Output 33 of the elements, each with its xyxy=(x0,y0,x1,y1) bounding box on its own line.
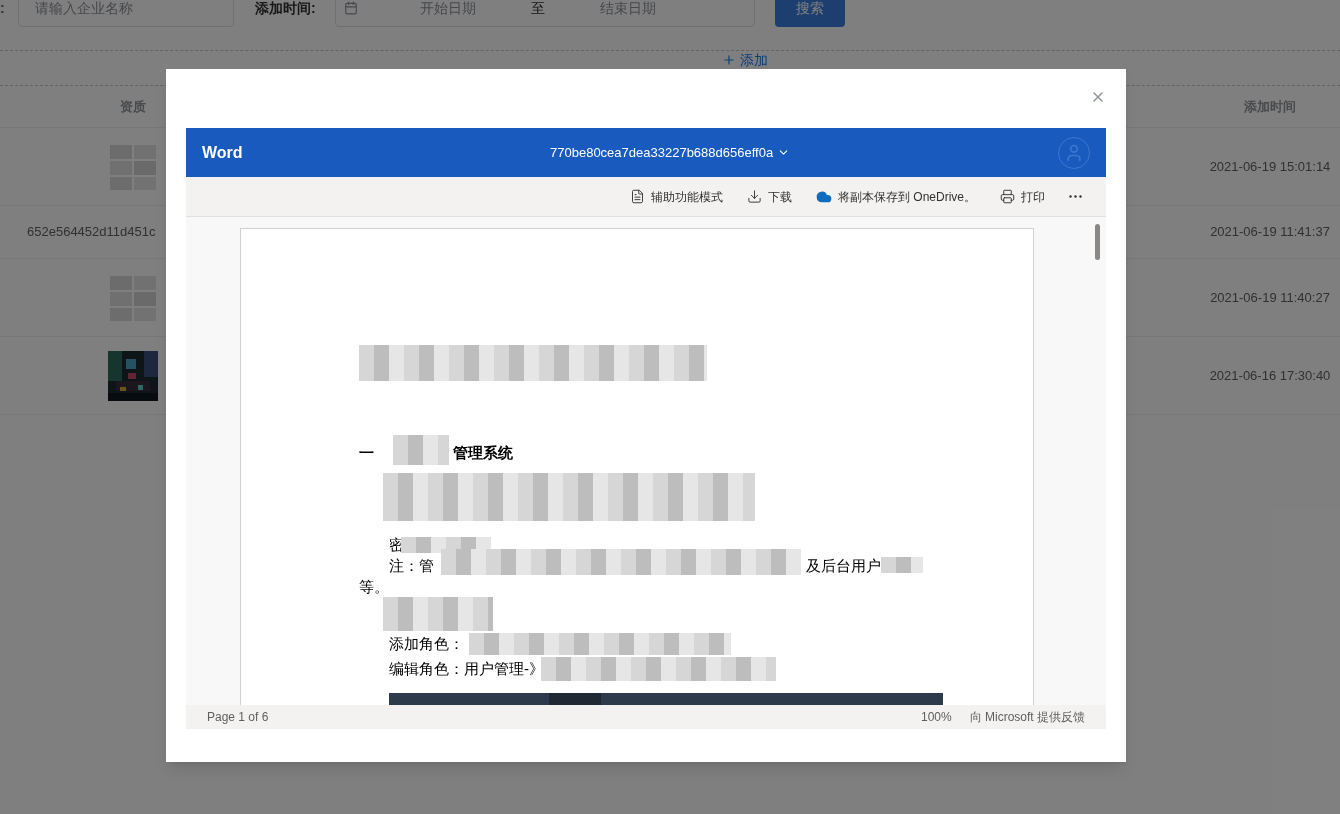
plus-icon xyxy=(722,53,736,67)
redaction-drawing xyxy=(881,557,923,573)
document-text: 等。 xyxy=(359,577,389,598)
feedback-link[interactable]: 向 Microsoft 提供反馈 xyxy=(969,708,1085,726)
file-name-menu[interactable]: 770be80cea7dea33227b688d656eff0a xyxy=(550,142,791,163)
document-text: 编辑角色：用户管理-》 xyxy=(389,659,544,680)
document-text: 注：管 xyxy=(389,556,434,577)
table-cell-text: 2021-06-19 15:01:14 xyxy=(1208,157,1332,176)
toolbar-button[interactable]: 辅助功能模式 xyxy=(629,187,723,206)
field-label: 添加时间: xyxy=(255,0,317,18)
field-label: : xyxy=(0,0,6,18)
zoom-level[interactable]: 100% xyxy=(920,708,952,726)
table-cell-text: 2021-06-19 11:40:27 xyxy=(1209,288,1331,307)
download-icon xyxy=(746,189,762,204)
table-cell-text: 2021-06-19 11:41:37 xyxy=(1209,223,1331,242)
app-name: Word xyxy=(202,142,243,163)
document-icon xyxy=(629,189,645,204)
calendar-icon xyxy=(344,1,358,15)
document-text: 一 xyxy=(359,443,374,464)
toolbar-button[interactable]: 将副本保存到 OneDrive。 xyxy=(815,187,976,206)
toolbar-button[interactable]: 打印 xyxy=(1000,187,1045,206)
document-text: 管理系统 xyxy=(453,443,513,464)
toolbar-button[interactable]: 下载 xyxy=(746,187,792,206)
document-text: 添加角色： xyxy=(389,634,464,655)
page-indicator: Page 1 of 6 xyxy=(207,709,269,726)
table-cell-text: 2021-06-16 17:30:40 xyxy=(1208,366,1332,385)
more-icon xyxy=(1069,195,1082,198)
more-button[interactable] xyxy=(1069,195,1082,198)
redaction-drawing xyxy=(393,435,449,465)
document-text: 及后台用户 xyxy=(806,556,881,577)
print-icon xyxy=(1000,189,1015,204)
scrollbar[interactable] xyxy=(1095,224,1100,260)
table-cell-text: 652e564452d11d451c xyxy=(27,223,156,242)
